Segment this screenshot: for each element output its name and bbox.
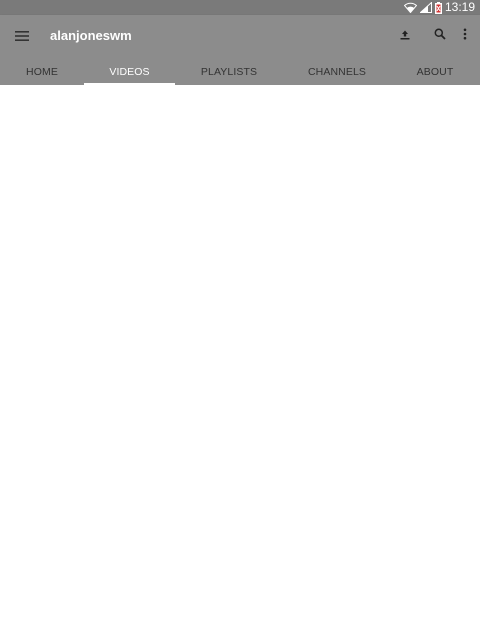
tab-videos[interactable]: VIDEOS <box>84 59 175 85</box>
more-options-button[interactable] <box>453 24 477 48</box>
channel-tabs: HOME VIDEOS PLAYLISTS CHANNELS ABOUT <box>0 59 480 85</box>
status-icons: 13:19 <box>403 0 475 15</box>
tab-label: ABOUT <box>416 66 454 78</box>
wifi-icon <box>403 2 417 13</box>
status-bar: 13:19 <box>0 0 480 15</box>
tab-playlists[interactable]: PLAYLISTS <box>188 59 270 85</box>
tab-label: PLAYLISTS <box>200 66 258 78</box>
tab-label: HOME <box>26 66 58 78</box>
upload-icon <box>399 27 411 45</box>
cell-signal-icon <box>419 2 432 13</box>
tab-label: CHANNELS <box>308 66 366 78</box>
tab-home[interactable]: HOME <box>12 59 72 85</box>
menu-button[interactable] <box>8 23 36 51</box>
search-button[interactable] <box>428 24 452 48</box>
channel-title: alanjoneswm <box>50 28 132 43</box>
tab-channels[interactable]: CHANNELS <box>298 59 376 85</box>
app-bar: alanjoneswm HOME VIDEOS PLAYLISTS CHANNE… <box>0 15 480 85</box>
videos-content-area <box>0 85 480 640</box>
status-time: 13:19 <box>444 0 475 14</box>
search-icon <box>434 27 446 45</box>
tab-about[interactable]: ABOUT <box>408 59 462 85</box>
battery-icon <box>434 1 442 14</box>
tab-label: VIDEOS <box>109 66 150 78</box>
more-vert-icon <box>463 27 467 45</box>
hamburger-menu-icon <box>15 28 29 46</box>
upload-button[interactable] <box>393 24 417 48</box>
